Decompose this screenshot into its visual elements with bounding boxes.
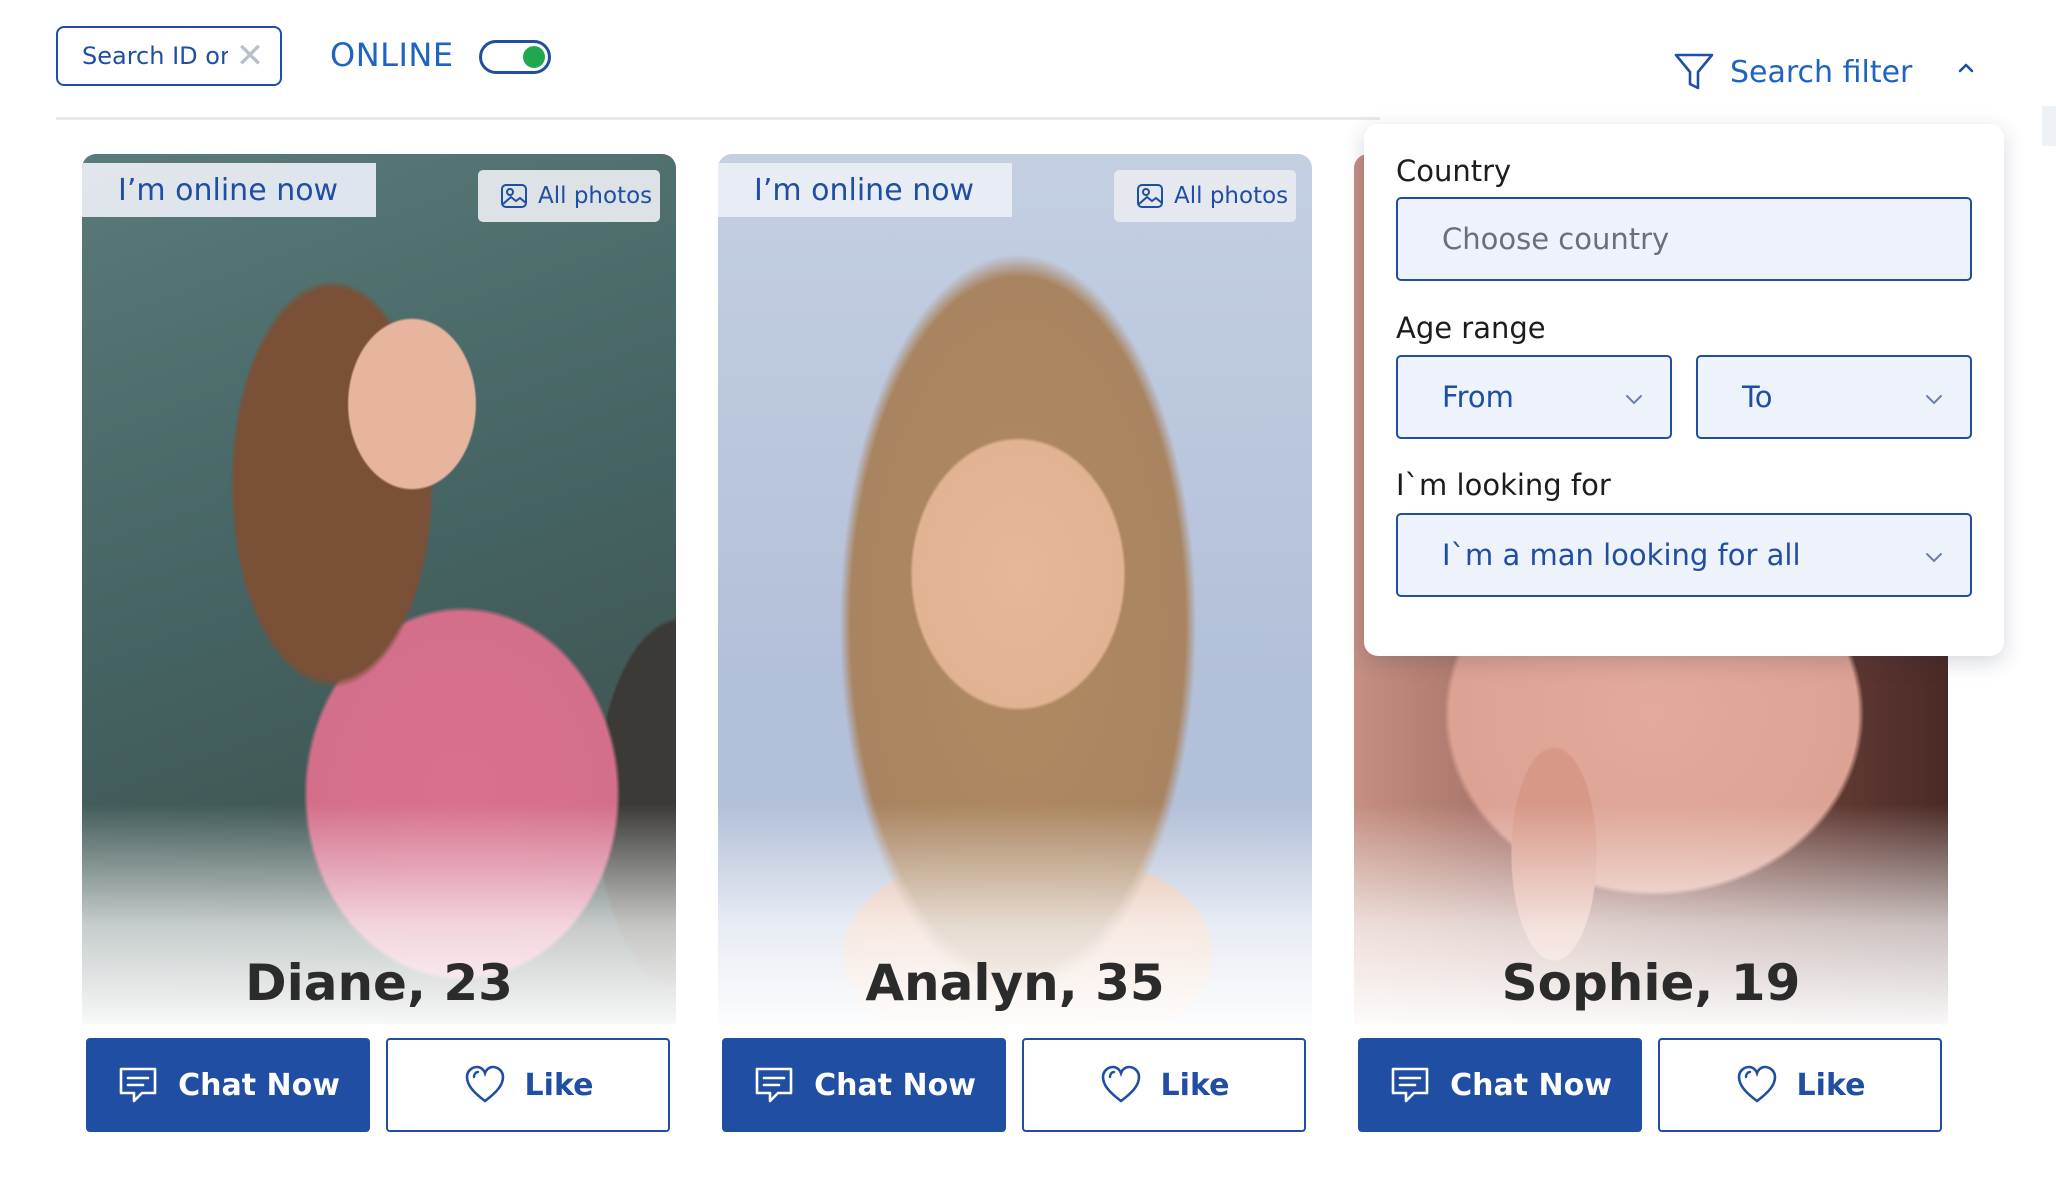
age-from-value: From <box>1442 380 1514 414</box>
toggle-knob <box>523 46 545 68</box>
chat-bubble-icon <box>755 1067 793 1103</box>
all-photos-button[interactable]: All photos <box>1114 170 1296 222</box>
image-icon <box>501 184 527 208</box>
like-label: Like <box>1160 1067 1230 1103</box>
chevron-up-icon[interactable] <box>1954 56 1978 80</box>
chat-bubble-icon <box>1391 1067 1429 1103</box>
search-input[interactable]: Search ID or name ✕ <box>56 26 282 86</box>
profile-name: Diane, 23 <box>245 954 513 1012</box>
like-label: Like <box>1796 1067 1866 1103</box>
search-filter-button[interactable]: Search filter <box>1672 50 1912 94</box>
divider <box>56 117 1380 120</box>
age-from-select[interactable]: From <box>1396 355 1672 439</box>
scrollbar-track[interactable] <box>2042 106 2056 146</box>
search-filter-panel: Country Choose country Age range From To… <box>1364 124 2004 656</box>
looking-for-select[interactable]: I`m a man looking for all <box>1396 513 1972 597</box>
chat-now-button[interactable]: Chat Now <box>1358 1038 1642 1132</box>
profile-name: Analyn, 35 <box>865 954 1165 1012</box>
heart-icon <box>1101 1065 1140 1103</box>
country-select[interactable]: Choose country <box>1396 197 1972 281</box>
profile-card: I’m online now All photos Analyn, 35 Cha… <box>718 154 1312 1132</box>
age-range-label: Age range <box>1396 311 1546 345</box>
profile-photo[interactable]: I’m online now All photos Analyn, 35 <box>718 154 1312 1024</box>
funnel-icon <box>1674 53 1714 90</box>
search-filter-label: Search filter <box>1730 54 1913 90</box>
heart-icon <box>465 1065 504 1103</box>
chat-now-label: Chat Now <box>814 1067 976 1103</box>
looking-for-label: I`m looking for <box>1396 468 1611 502</box>
like-button[interactable]: Like <box>386 1038 670 1132</box>
chat-now-label: Chat Now <box>178 1067 340 1103</box>
all-photos-label: All photos <box>1174 183 1289 209</box>
chat-bubble-icon <box>119 1067 157 1103</box>
like-button[interactable]: Like <box>1022 1038 1306 1132</box>
profile-photo[interactable]: I’m online now All photos Diane, 23 <box>82 154 676 1024</box>
looking-for-value: I`m a man looking for all <box>1442 538 1801 572</box>
chevron-down-icon <box>1926 553 1942 563</box>
search-input-placeholder: Search ID or name <box>82 42 228 70</box>
profile-card: I’m online now All photos Diane, 23 Chat… <box>82 154 676 1132</box>
country-label: Country <box>1396 154 1512 188</box>
age-to-value: To <box>1742 380 1773 414</box>
age-to-select[interactable]: To <box>1696 355 1972 439</box>
heart-icon <box>1737 1065 1776 1103</box>
chat-now-button[interactable]: Chat Now <box>86 1038 370 1132</box>
like-button[interactable]: Like <box>1658 1038 1942 1132</box>
all-photos-button[interactable]: All photos <box>478 170 660 222</box>
chat-now-label: Chat Now <box>1450 1067 1612 1103</box>
country-placeholder: Choose country <box>1442 222 1670 256</box>
online-toggle[interactable] <box>479 40 551 74</box>
profile-name: Sophie, 19 <box>1501 954 1801 1012</box>
all-photos-label: All photos <box>538 183 653 209</box>
like-label: Like <box>524 1067 594 1103</box>
clear-icon[interactable]: ✕ <box>234 38 266 74</box>
chevron-down-icon <box>1926 395 1942 405</box>
chevron-down-icon <box>1626 395 1642 405</box>
online-label: ONLINE <box>330 36 454 74</box>
online-now-badge: I’m online now <box>82 163 376 217</box>
online-now-badge: I’m online now <box>718 163 1012 217</box>
chat-now-button[interactable]: Chat Now <box>722 1038 1006 1132</box>
image-icon <box>1137 184 1163 208</box>
